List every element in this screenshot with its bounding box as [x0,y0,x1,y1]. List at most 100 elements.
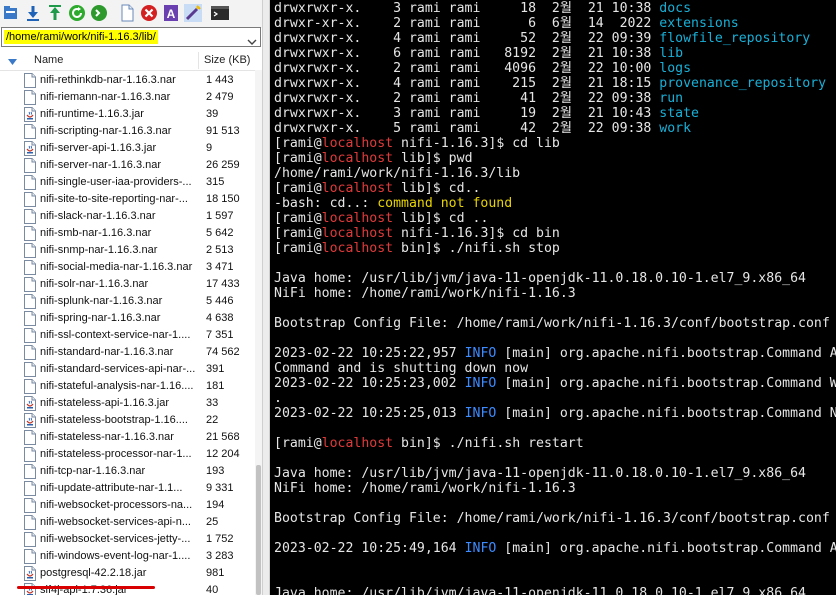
file-row[interactable]: nifi-smb-nar-1.16.3.nar 5 642 [0,225,262,242]
terminal-line: [rami@localhost nifi-1.16.3]$ cd bin [274,226,560,241]
refresh-icon[interactable] [68,4,86,22]
terminal-output[interactable]: drwxrwxr-x. 3 rami rami 18 2월 21 10:38 d… [270,0,836,595]
file-name: nifi-social-media-nar-1.16.3.nar [40,261,193,273]
file-browser-pane: A /home/rami/work/nifi-1.16.3/lib/ Name … [0,0,266,595]
file-icon [24,447,36,462]
file-row[interactable]: nifi-standard-nar-1.16.3.nar 74 562 [0,344,262,361]
file-row[interactable]: postgresql-42.2.18.jar 981 [0,565,262,582]
file-row[interactable]: nifi-riemann-nar-1.16.3.nar 2 479 [0,89,262,106]
properties-icon[interactable] [184,4,202,22]
file-row[interactable]: nifi-stateless-nar-1.16.3.nar 21 568 [0,429,262,446]
terminal-text: lib [659,46,684,61]
file-name: nifi-server-nar-1.16.3.nar [40,159,162,171]
file-row[interactable]: nifi-site-to-site-reporting-nar-... 18 15… [0,191,262,208]
file-icon [24,260,36,275]
file-name: nifi-stateless-processor-nar-1... [40,448,192,460]
terminal-line: Java home: /usr/lib/jvm/java-11-openjdk-… [274,466,806,481]
file-row[interactable]: nifi-rethinkdb-nar-1.16.3.nar 1 443 [0,72,262,89]
file-row[interactable]: nifi-standard-services-api-nar-... 391 [0,361,262,378]
terminal-text: extensions [659,16,739,31]
file-row[interactable]: nifi-single-user-iaa-providers-... 315 [0,174,262,191]
file-size: 22 [206,414,219,426]
file-row[interactable]: nifi-update-attribute-nar-1.1... 9 331 [0,480,262,497]
terminal-text: work [659,121,692,136]
terminal-text: NiFi home: /home/rami/work/nifi-1.16.3 [274,286,576,301]
terminal-session-icon[interactable] [90,4,108,22]
rename-icon[interactable]: A [162,4,180,22]
file-row[interactable]: nifi-websocket-services-api-n... 25 [0,514,262,531]
new-folder-icon[interactable] [2,4,20,22]
file-name: nifi-single-user-iaa-providers-... [40,176,192,188]
file-name: nifi-rethinkdb-nar-1.16.3.nar [40,74,176,86]
terminal-text: /home/rami/work/nifi-1.16.3/lib [274,166,521,181]
file-row[interactable]: nifi-server-api-1.16.3.jar 9 [0,140,262,157]
file-icon [24,379,36,394]
file-name: nifi-slack-nar-1.16.3.nar [40,210,156,222]
file-row[interactable]: nifi-websocket-processors-na... 194 [0,497,262,514]
new-file-icon[interactable] [118,4,136,22]
column-name-header[interactable]: Name [34,54,63,66]
terminal-line: 2023-02-22 10:25:22,957 INFO [main] org.… [274,346,836,361]
file-row[interactable]: nifi-windows-event-log-nar-1.... 3 283 [0,548,262,565]
file-size: 193 [206,465,225,477]
terminal-text: [main] org.apache.nifi.bootstrap.Command… [504,406,836,421]
terminal-text: 2023-02-22 10:25:49,164 [274,541,465,556]
terminal-text: Bootstrap Config File: /home/rami/work/n… [274,511,830,526]
upload-icon[interactable] [46,4,64,22]
file-row[interactable]: nifi-scripting-nar-1.16.3.nar 91 513 [0,123,262,140]
delete-icon[interactable] [140,4,158,22]
terminal-line: drwxrwxr-x. 3 rami rami 18 2월 21 10:38 d… [274,1,691,16]
chevron-down-icon[interactable] [247,33,257,51]
file-size: 391 [206,363,225,375]
terminal-text: localhost [321,151,394,166]
column-size-header[interactable]: Size (KB) [204,54,250,66]
file-row[interactable]: nifi-stateless-api-1.16.3.jar 33 [0,395,262,412]
file-row[interactable]: nifi-spring-nar-1.16.3.nar 4 638 [0,310,262,327]
pane-splitter[interactable] [262,0,270,595]
file-row[interactable]: nifi-stateless-processor-nar-1... 12 204 [0,446,262,463]
terminal-text: localhost [321,181,394,196]
file-row[interactable]: nifi-solr-nar-1.16.3.nar 17 433 [0,276,262,293]
column-separator[interactable] [198,52,199,69]
path-input[interactable]: /home/rami/work/nifi-1.16.3/lib/ [1,27,261,47]
terminal-text: 2023-02-22 10:25:25,013 [274,406,465,421]
terminal-text: INFO [464,406,497,421]
terminal-line: [rami@localhost lib]$ pwd [274,151,473,166]
terminal-line: Bootstrap Config File: /home/rami/work/n… [274,316,830,331]
download-icon[interactable] [24,4,42,22]
file-icon [24,294,36,309]
file-name: postgresql-42.2.18.jar [40,567,147,579]
file-list-scrollbar[interactable] [255,70,262,595]
terminal-text: [main] org.apache.nifi.bootstrap.Command… [504,376,836,391]
file-row[interactable]: nifi-websocket-services-jetty-... 1 752 [0,531,262,548]
file-icon [24,481,36,496]
file-name: nifi-riemann-nar-1.16.3.nar [40,91,171,103]
file-icon [24,311,36,326]
file-icon [24,175,36,190]
file-name: nifi-websocket-services-api-n... [40,516,191,528]
scrollbar-thumb[interactable] [256,465,261,595]
file-row[interactable]: nifi-server-nar-1.16.3.nar 26 259 [0,157,262,174]
file-icon [24,209,36,224]
file-row[interactable]: nifi-splunk-nar-1.16.3.nar 5 446 [0,293,262,310]
file-size: 3 283 [206,550,234,562]
path-value: /home/rami/work/nifi-1.16.3/lib/ [4,30,158,44]
file-row[interactable]: nifi-snmp-nar-1.16.3.nar 2 513 [0,242,262,259]
file-name: nifi-scripting-nar-1.16.3.nar [40,125,172,137]
file-row[interactable]: nifi-social-media-nar-1.16.3.nar 3 471 [0,259,262,276]
file-row[interactable]: nifi-slack-nar-1.16.3.nar 1 597 [0,208,262,225]
file-row[interactable]: nifi-ssl-context-service-nar-1.... 7 351 [0,327,262,344]
terminal-text: drwxrwxr-x. 4 rami rami 215 2월 21 18:15 [274,76,660,91]
terminal-text: -bash: cd..: [274,196,378,211]
file-row[interactable]: nifi-stateful-analysis-nar-1.16.... 181 [0,378,262,395]
file-row[interactable]: nifi-runtime-1.16.3.jar 39 [0,106,262,123]
file-row[interactable]: nifi-stateless-bootstrap-1.16.... 22 [0,412,262,429]
jar-file-icon [24,396,36,411]
terminal-line: Java home: /usr/lib/jvm/java-11-openjdk-… [274,586,806,595]
file-row[interactable]: nifi-tcp-nar-1.16.3.nar 193 [0,463,262,480]
console-icon[interactable] [210,4,230,22]
file-name: nifi-splunk-nar-1.16.3.nar [40,295,163,307]
file-name: nifi-websocket-services-jetty-... [40,533,191,545]
file-size: 981 [206,567,225,579]
file-name: nifi-standard-services-api-nar-... [40,363,196,375]
